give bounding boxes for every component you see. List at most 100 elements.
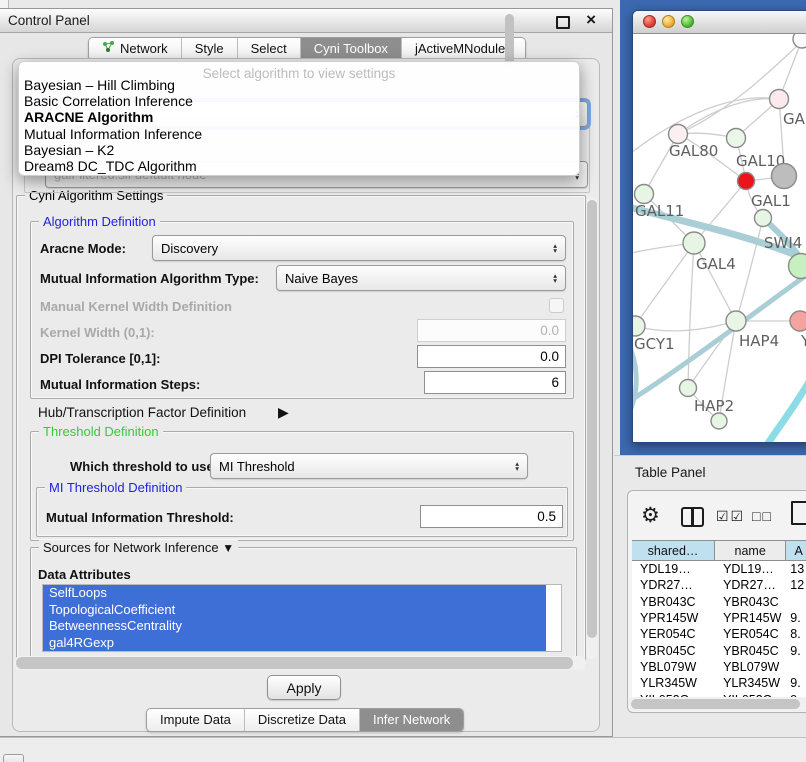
network-node[interactable] — [738, 173, 755, 190]
zoom-traffic-light-icon[interactable] — [681, 15, 694, 28]
table-row[interactable]: YBR045CYBR045C9. — [632, 642, 806, 658]
network-node[interactable] — [635, 185, 654, 204]
deselect-all-icon[interactable]: □□ — [752, 508, 773, 524]
document-icon[interactable] — [791, 501, 806, 525]
mi-threshold-label: Mutual Information Threshold: — [46, 510, 234, 525]
table-row[interactable]: YBL079WYBL079W — [632, 659, 806, 675]
table-row[interactable]: YLR345WYLR345W9. — [632, 675, 806, 691]
bottom-tab-impute-data[interactable]: Impute Data — [147, 709, 245, 731]
attributes-scrollbar-thumb[interactable] — [505, 14, 514, 66]
attribute-item[interactable]: TopologicalCoefficient — [43, 602, 546, 619]
expand-arrow-icon[interactable]: ▶ — [278, 404, 289, 421]
network-node[interactable] — [770, 90, 789, 109]
which-threshold-combobox[interactable]: MI Threshold ▴▾ — [210, 453, 528, 479]
algorithm-option[interactable]: Mutual Information Inference — [24, 126, 202, 142]
network-node[interactable] — [755, 210, 772, 227]
network-node-label: GAL11 — [635, 202, 684, 220]
settings-hscrollbar[interactable] — [14, 656, 586, 670]
close-traffic-light-icon[interactable] — [643, 15, 656, 28]
tab-label: jActiveMNodules — [415, 41, 512, 56]
network-edge[interactable] — [635, 243, 694, 326]
network-node[interactable] — [711, 413, 727, 429]
table-row[interactable]: YER054CYER054C8. — [632, 626, 806, 642]
algorithm-option[interactable]: Bayesian – Hill Climbing — [24, 77, 175, 93]
table-body: YDL19…YDL19…13YDR27…YDR27…12YBR043CYBR04… — [632, 561, 806, 698]
kernel-width-field[interactable]: 0.0 — [417, 319, 566, 342]
settings-scrollbar-thumb[interactable] — [587, 200, 597, 638]
float-icon[interactable] — [556, 16, 570, 29]
network-node-label: HAP4 — [739, 332, 779, 350]
settings-scrollbar[interactable] — [586, 197, 598, 659]
combo-stepper-icon: ▴▾ — [553, 243, 557, 253]
minimize-traffic-light-icon[interactable] — [662, 15, 675, 28]
network-node[interactable] — [727, 129, 746, 148]
data-attributes-label: Data Attributes — [38, 567, 131, 582]
attribute-item[interactable]: BetweennessCentrality — [43, 618, 546, 635]
table-row[interactable]: YDR27…YDR27…12 — [632, 577, 806, 593]
network-node-label: GAL4 — [696, 255, 736, 273]
table-cell: YBR045C — [715, 644, 786, 658]
network-node[interactable] — [680, 380, 697, 397]
network-node[interactable] — [726, 311, 746, 331]
network-node[interactable] — [669, 125, 688, 144]
tab-label: Cyni Toolbox — [314, 41, 388, 56]
network-edge[interactable] — [635, 321, 736, 331]
table-hscrollbar[interactable] — [629, 697, 806, 711]
mini-window-button[interactable] — [3, 754, 24, 762]
tab-network[interactable]: Network — [89, 38, 182, 60]
network-node[interactable] — [790, 311, 806, 331]
table-row[interactable]: YBR043CYBR043C — [632, 594, 806, 610]
dpi-tolerance-field[interactable]: 0.0 — [417, 345, 566, 368]
attribute-item[interactable]: gal4RGexp — [43, 635, 546, 652]
network-node[interactable] — [633, 316, 645, 336]
column-header[interactable]: shared… — [632, 541, 715, 560]
bottom-tab-infer-network[interactable]: Infer Network — [360, 709, 463, 731]
algorithm-option[interactable]: Bayesian – K2 — [24, 142, 114, 158]
tab-cyni-toolbox[interactable]: Cyni Toolbox — [301, 38, 402, 60]
mi-type-label: Mutual Information Algorithm Type: — [40, 271, 259, 286]
settings-hscrollbar-thumb[interactable] — [16, 657, 573, 669]
network-node-label: GAL1 — [751, 192, 791, 210]
bottom-tab-discretize-data[interactable]: Discretize Data — [245, 709, 360, 731]
table-cell: YER054C — [715, 627, 786, 641]
gear-icon[interactable]: ⚙ — [641, 503, 660, 528]
network-node[interactable] — [789, 254, 806, 279]
column-header[interactable]: name — [715, 541, 786, 560]
hub-definition-label[interactable]: Hub/Transcription Factor Definition — [38, 405, 246, 420]
control-panel-titlebar[interactable]: Control Panel × — [0, 9, 612, 33]
close-icon[interactable]: × — [586, 10, 596, 30]
network-edge[interactable] — [765, 382, 806, 442]
tab-style[interactable]: Style — [182, 38, 238, 60]
table-row[interactable]: YPR145WYPR145W9. — [632, 610, 806, 626]
table-cell: YBR045C — [632, 644, 715, 658]
network-window-titlebar[interactable] — [633, 11, 806, 34]
algorithm-option[interactable]: Dream8 DC_TDC Algorithm — [24, 158, 197, 174]
manual-kernel-checkbox[interactable] — [549, 298, 564, 313]
table-hscrollbar-thumb[interactable] — [631, 699, 800, 709]
column-header[interactable]: A — [786, 541, 806, 560]
mi-type-combobox[interactable]: Naive Bayes ▴▾ — [276, 265, 566, 291]
network-edge[interactable] — [688, 243, 694, 388]
data-attributes-list[interactable]: SelfLoopsTopologicalCoefficientBetweenne… — [42, 584, 562, 652]
network-node[interactable] — [772, 164, 797, 189]
table-header-row: shared…nameA — [632, 540, 806, 561]
select-all-icon[interactable]: ☑☑ — [716, 508, 745, 525]
algorithm-option[interactable]: ARACNE Algorithm — [24, 109, 153, 125]
tab-label: Network — [120, 41, 168, 56]
columns-icon[interactable] — [681, 507, 704, 527]
mi-steps-field[interactable]: 6 — [424, 371, 566, 394]
algorithm-definition-title: Algorithm Definition — [39, 214, 160, 229]
attribute-item[interactable]: SelfLoops — [43, 585, 546, 602]
algorithm-option[interactable]: Basic Correlation Inference — [24, 93, 193, 109]
tab-select[interactable]: Select — [238, 38, 301, 60]
mi-threshold-field[interactable]: 0.5 — [420, 505, 563, 528]
sources-group-title[interactable]: Sources for Network Inference ▼ — [39, 540, 238, 555]
network-node[interactable] — [683, 232, 705, 254]
table-row[interactable]: YDL19…YDL19…13 — [632, 561, 806, 577]
network-node[interactable] — [793, 34, 806, 48]
table-cell: YPR145W — [632, 611, 715, 625]
apply-button[interactable]: Apply — [267, 675, 341, 700]
network-canvas[interactable]: GALGAL80GAL10GAL1GAL11SWI4GAL4GCY1HAP4YH… — [633, 34, 806, 442]
table-cell: 9. — [786, 676, 806, 690]
aracne-mode-combobox[interactable]: Discovery ▴▾ — [152, 235, 566, 261]
